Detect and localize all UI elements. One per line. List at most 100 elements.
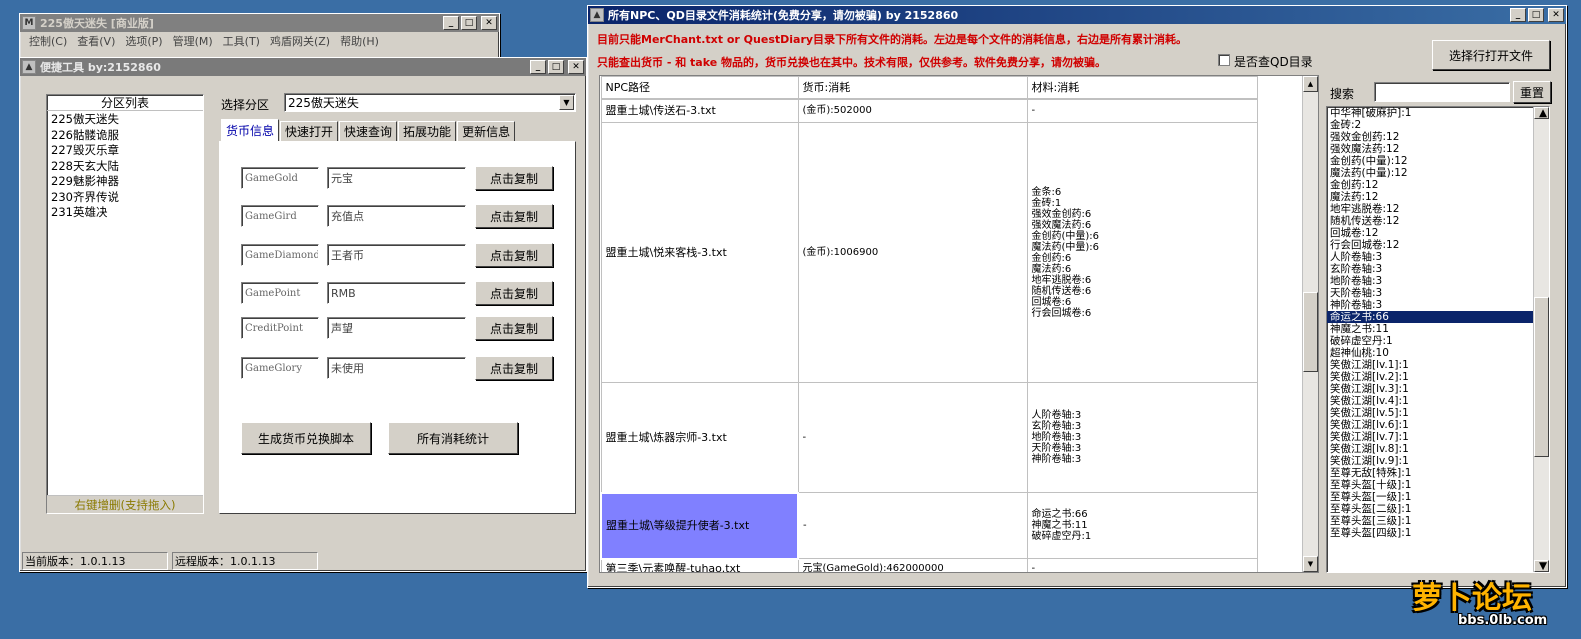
tab-currency-info[interactable]: 货币信息 xyxy=(221,119,280,141)
list-item[interactable]: 地牢逃脱卷:12 xyxy=(1327,203,1549,215)
list-item[interactable]: 228天玄大陆 xyxy=(51,159,199,175)
scroll-down-arrow-icon[interactable]: ▼ xyxy=(1303,556,1318,572)
cell-path[interactable]: 盟重土城\等级提升使者-3.txt xyxy=(600,491,799,560)
cell-materials[interactable]: 金条:6 金砖:1 强效金创药:6 强效魔法药:6 金创药(中量):6 魔法药(… xyxy=(1026,122,1258,383)
list-item[interactable]: 至尊头盔[二级]:1 xyxy=(1327,503,1549,515)
reset-button[interactable]: 重置 xyxy=(1513,81,1551,103)
currency-var-field[interactable]: GameGird xyxy=(241,205,319,227)
list-item[interactable]: 至尊头盔[四级]:1 xyxy=(1327,527,1549,539)
column-header-path[interactable]: NPC路径 xyxy=(600,76,799,100)
list-item[interactable]: 神阶卷轴:3 xyxy=(1327,299,1549,311)
cell-materials[interactable]: - xyxy=(1026,558,1258,572)
table-row[interactable]: 盟重土城\等级提升使者-3.txt - 命运之书:66 神魔之书:11 破碎虚空… xyxy=(600,491,1258,560)
list-item[interactable]: 225傲天迷失 xyxy=(51,112,199,128)
close-icon[interactable]: ✕ xyxy=(1548,8,1564,22)
list-item[interactable]: 229魅影神器 xyxy=(51,174,199,190)
cell-currency[interactable]: - xyxy=(797,492,1028,559)
list-item[interactable]: 魔法药(中量):12 xyxy=(1327,167,1549,179)
menu-gateway[interactable]: 鸡盾网关(Z) xyxy=(265,33,335,49)
copy-button[interactable]: 点击复制 xyxy=(475,166,553,190)
list-item[interactable]: 金砖:2 xyxy=(1327,119,1549,131)
generate-script-button[interactable]: 生成货币兑换脚本 xyxy=(241,422,371,454)
currency-name-field[interactable]: 声望 xyxy=(327,317,466,339)
list-item[interactable]: 笑傲江湖[lv.5]:1 xyxy=(1327,407,1549,419)
currency-var-field[interactable]: GameGold xyxy=(241,167,319,189)
list-item[interactable]: 魔法药:12 xyxy=(1327,191,1549,203)
currency-name-field[interactable]: 未使用 xyxy=(327,357,466,379)
cell-materials[interactable]: 人阶卷轴:3 玄阶卷轴:3 地阶卷轴:3 天阶卷轴:3 神阶卷轴:3 xyxy=(1026,382,1258,493)
list-item[interactable]: 226骷髅诡服 xyxy=(51,128,199,144)
list-item[interactable]: 超神仙桃:10 xyxy=(1327,347,1549,359)
currency-name-field[interactable]: RMB xyxy=(327,282,466,304)
copy-button[interactable]: 点击复制 xyxy=(475,316,553,340)
currency-name-field[interactable]: 王者币 xyxy=(327,244,466,266)
list-item[interactable]: 笑傲江湖[lv.3]:1 xyxy=(1327,383,1549,395)
currency-var-field[interactable]: GameGlory xyxy=(241,357,319,379)
main-window-titlebar[interactable]: M 225傲天迷失 [商业版] _ □ ✕ xyxy=(20,14,499,32)
select-open-file-button[interactable]: 选择行打开文件 xyxy=(1432,40,1550,70)
scroll-up-arrow-icon[interactable]: ▲ xyxy=(1534,107,1549,119)
cell-path[interactable]: 盟重土城\传送石-3.txt xyxy=(600,98,799,123)
maximize-icon[interactable]: □ xyxy=(1528,8,1544,22)
list-item[interactable]: 金创药(中量):12 xyxy=(1327,155,1549,167)
table-row[interactable]: 盟重土城\炼器宗师-3.txt - 人阶卷轴:3 玄阶卷轴:3 地阶卷轴:3 天… xyxy=(600,382,1258,493)
menu-help[interactable]: 帮助(H) xyxy=(335,33,384,49)
partition-select[interactable]: 225傲天迷失 ▼ xyxy=(284,93,576,112)
list-item[interactable]: 笑傲江湖[lv.4]:1 xyxy=(1327,395,1549,407)
list-item[interactable]: 231英雄决 xyxy=(51,205,199,221)
list-item[interactable]: 神魔之书:11 xyxy=(1327,323,1549,335)
maximize-icon[interactable]: □ xyxy=(548,60,564,74)
currency-name-field[interactable]: 元宝 xyxy=(327,167,466,189)
scroll-thumb[interactable] xyxy=(1303,292,1318,372)
list-item[interactable]: 玄阶卷轴:3 xyxy=(1327,263,1549,275)
currency-name-field[interactable]: 充值点 xyxy=(327,205,466,227)
tab-extensions[interactable]: 拓展功能 xyxy=(398,121,457,141)
cell-path[interactable]: 盟重土城\悦来客栈-3.txt xyxy=(600,122,799,383)
close-icon[interactable]: ✕ xyxy=(481,16,497,30)
currency-var-field[interactable]: CreditPoint xyxy=(241,317,319,339)
stats-window-titlebar[interactable]: ▲ 所有NPC、QD目录文件消耗统计(免费分享，请勿被骗) by 2152860… xyxy=(588,6,1566,24)
copy-button[interactable]: 点击复制 xyxy=(475,281,553,305)
list-item[interactable]: 至尊头盔[三级]:1 xyxy=(1327,515,1549,527)
qd-dir-checkbox[interactable] xyxy=(1218,54,1230,66)
cell-path[interactable]: 盟重土城\炼器宗师-3.txt xyxy=(600,382,799,493)
copy-button[interactable]: 点击复制 xyxy=(475,204,553,228)
totals-scrollbar[interactable]: ▲ ▼ xyxy=(1533,107,1549,572)
table-scrollbar[interactable]: ▲ ▼ xyxy=(1302,76,1318,572)
menu-manage[interactable]: 管理(M) xyxy=(168,33,218,49)
menu-options[interactable]: 选项(P) xyxy=(120,33,167,49)
list-item[interactable]: 笑傲江湖[lv.9]:1 xyxy=(1327,455,1549,467)
minimize-icon[interactable]: _ xyxy=(1510,8,1526,22)
currency-var-field[interactable]: GamePoint xyxy=(241,282,319,304)
chevron-down-icon[interactable]: ▼ xyxy=(559,95,574,110)
tool-window-titlebar[interactable]: ▲ 便捷工具 by:2152860 _ □ ✕ xyxy=(20,58,586,76)
copy-button[interactable]: 点击复制 xyxy=(475,356,553,380)
partition-list[interactable]: 分区列表 225傲天迷失 226骷髅诡服 227毁灭乐章 228天玄大陆 229… xyxy=(46,94,204,514)
list-item[interactable]: 至尊头盔[十级]:1 xyxy=(1327,479,1549,491)
list-item[interactable]: 230齐界传说 xyxy=(51,190,199,206)
list-item[interactable]: 笑傲江湖[lv.2]:1 xyxy=(1327,371,1549,383)
menu-view[interactable]: 查看(V) xyxy=(72,33,120,49)
list-item[interactable]: 中华神[破麻护]:1 xyxy=(1327,107,1549,119)
list-item-selected[interactable]: 命运之书:66 xyxy=(1327,311,1549,323)
table-row[interactable]: 盟重土城\悦来客栈-3.txt (金币):1006900 金条:6 金砖:1 强… xyxy=(600,122,1258,383)
list-item[interactable]: 破碎虚空丹:1 xyxy=(1327,335,1549,347)
column-header-materials[interactable]: 材料:消耗 xyxy=(1026,76,1258,100)
list-item[interactable]: 回城卷:12 xyxy=(1327,227,1549,239)
maximize-icon[interactable]: □ xyxy=(461,16,477,30)
list-item[interactable]: 行会回城卷:12 xyxy=(1327,239,1549,251)
list-item[interactable]: 笑傲江湖[lv.1]:1 xyxy=(1327,359,1549,371)
npc-stats-table[interactable]: NPC路径 货币:消耗 材料:消耗 盟重土城\传送石-3.txt (金币):50… xyxy=(599,75,1319,573)
cell-materials[interactable]: - xyxy=(1026,98,1258,123)
copy-button[interactable]: 点击复制 xyxy=(475,243,553,267)
list-item[interactable]: 笑傲江湖[lv.8]:1 xyxy=(1327,443,1549,455)
list-item[interactable]: 至尊头盔[一级]:1 xyxy=(1327,491,1549,503)
table-row[interactable]: 第三季\元素唤醒-tuhao.txt 元宝(GameGold):46200000… xyxy=(600,558,1258,572)
list-item[interactable]: 强效金创药:12 xyxy=(1327,131,1549,143)
list-item[interactable]: 强效魔法药:12 xyxy=(1327,143,1549,155)
scroll-up-arrow-icon[interactable]: ▲ xyxy=(1303,76,1318,92)
table-row[interactable]: 盟重土城\传送石-3.txt (金币):502000 - xyxy=(600,98,1258,123)
minimize-icon[interactable]: _ xyxy=(530,60,546,74)
all-stats-button[interactable]: 所有消耗统计 xyxy=(388,422,518,454)
cell-path[interactable]: 第三季\元素唤醒-tuhao.txt xyxy=(600,558,799,572)
